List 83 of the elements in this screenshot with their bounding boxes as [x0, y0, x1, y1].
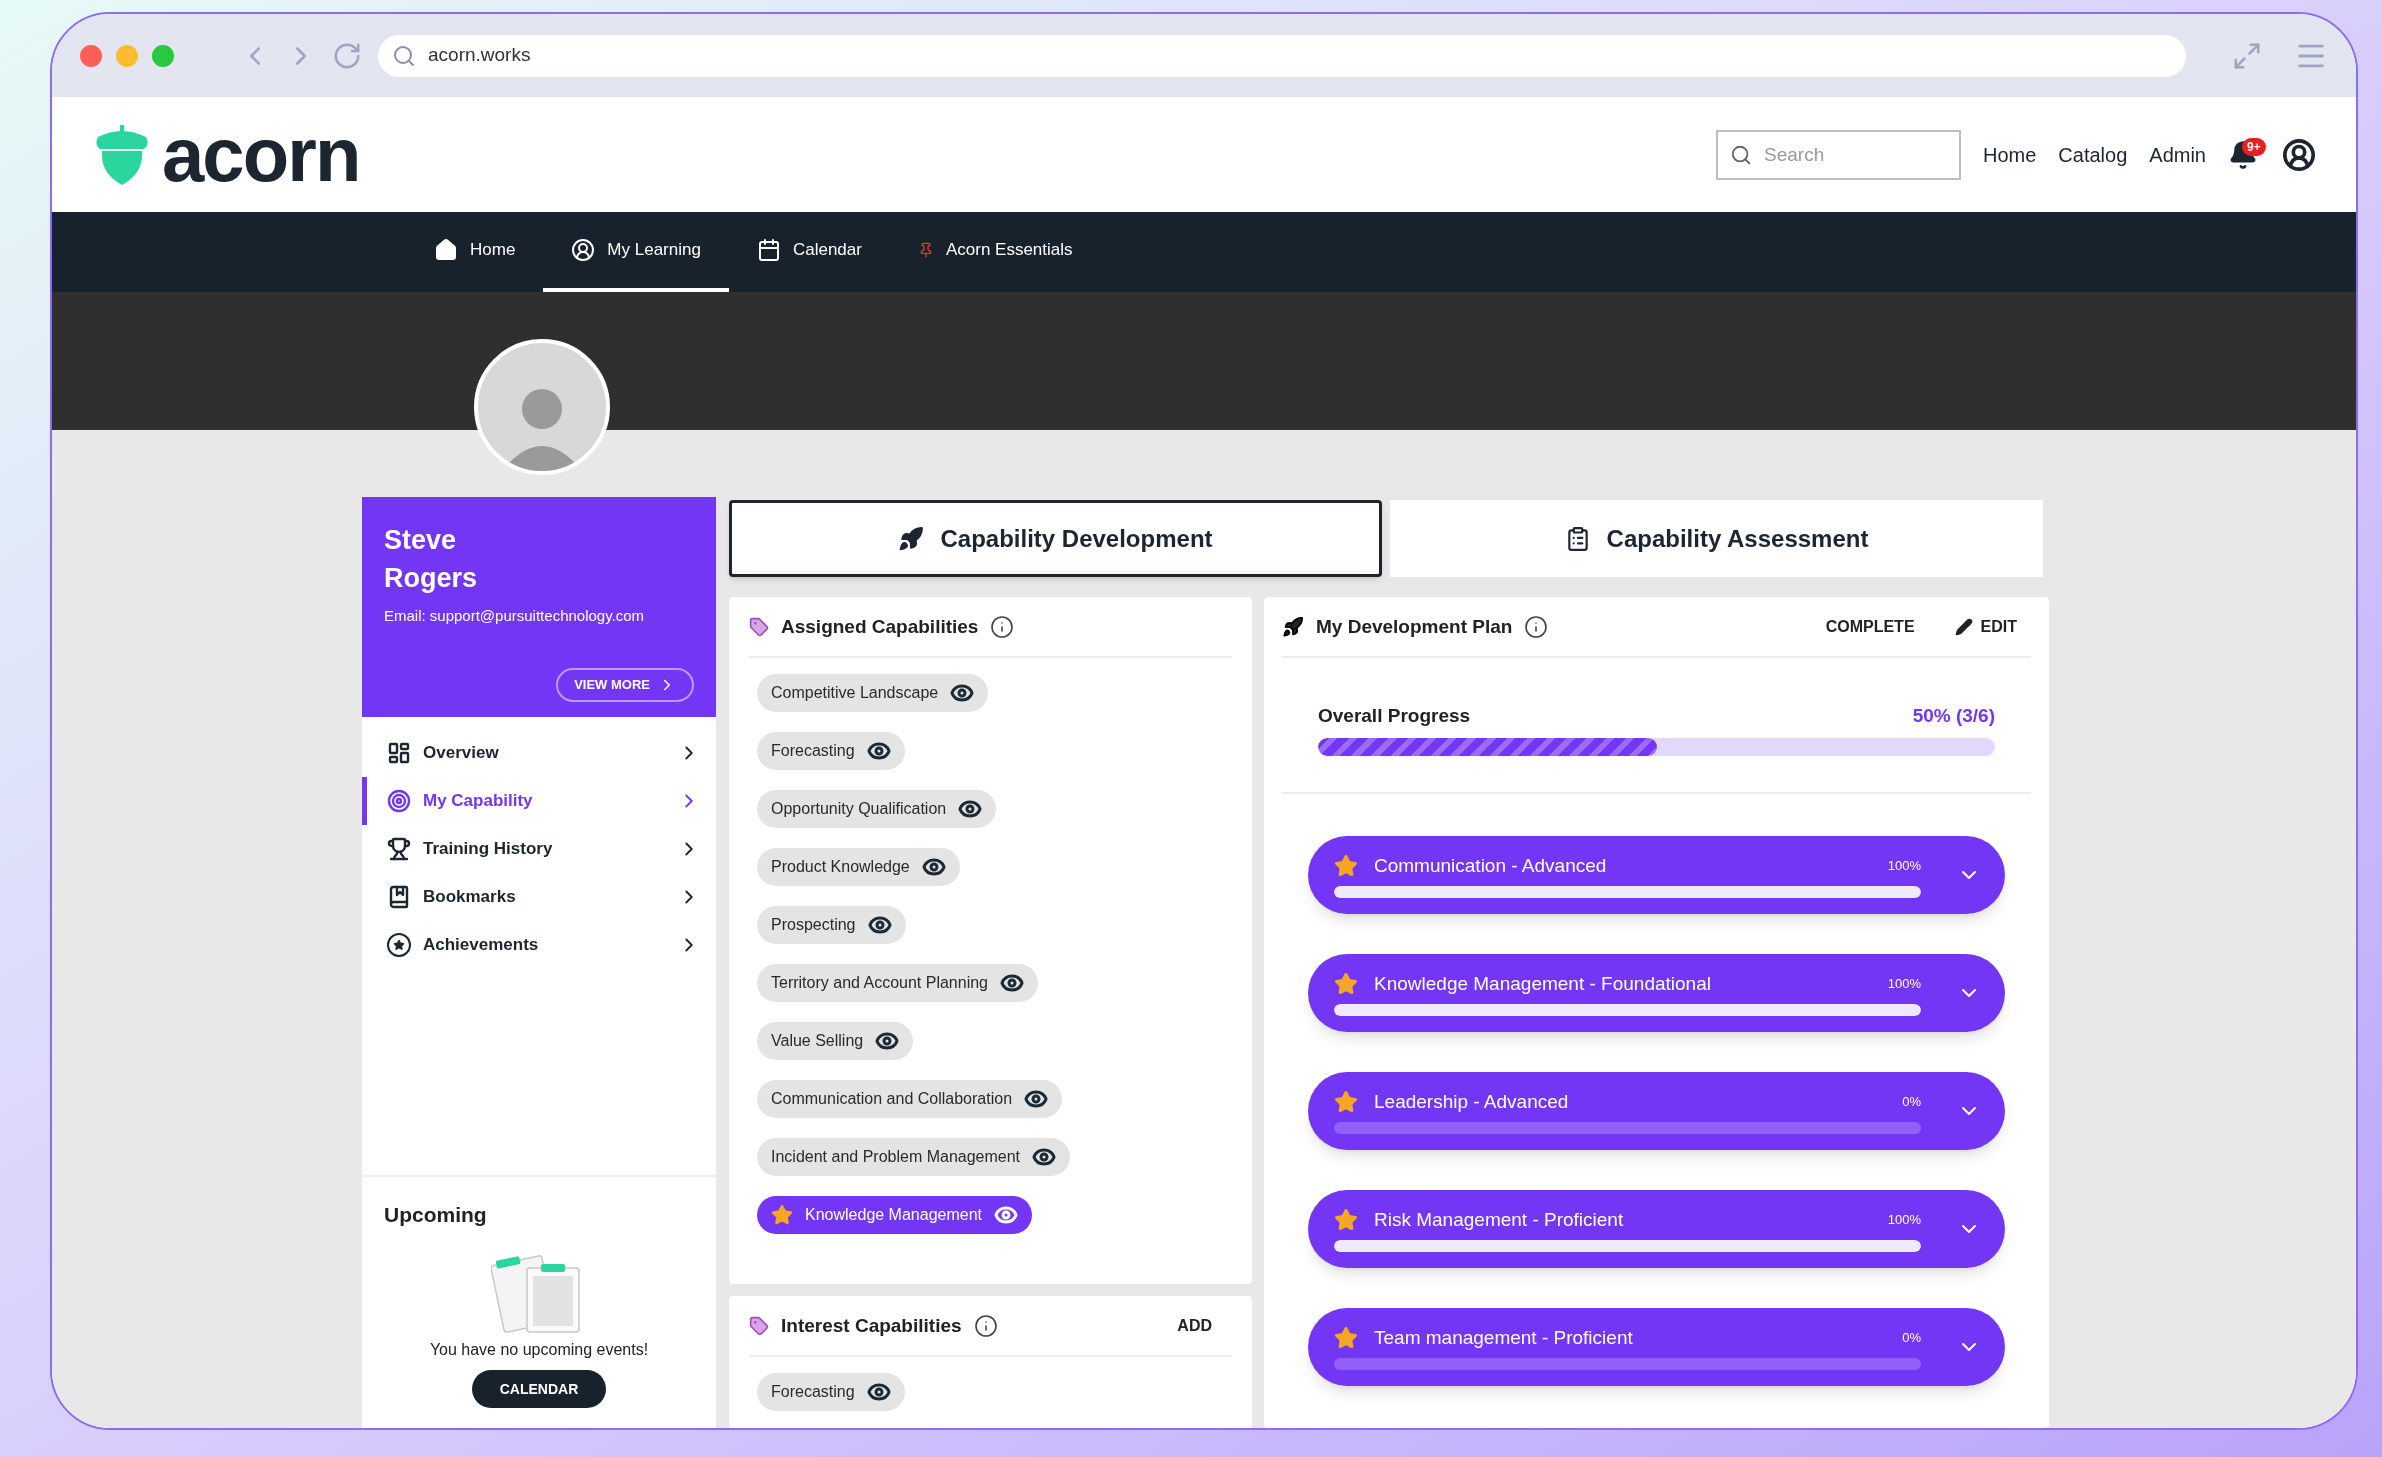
- capability-chip[interactable]: Value Selling: [757, 1021, 914, 1060]
- tab[interactable]: Capability Development: [729, 500, 1382, 577]
- capability-chip[interactable]: Communication and Collaboration: [757, 1079, 1063, 1118]
- star-icon: [1334, 1090, 1358, 1114]
- info-icon[interactable]: [973, 1314, 998, 1339]
- capability-chip[interactable]: Knowledge Management: [757, 1195, 1032, 1234]
- goal-reading: 100%: [1887, 1211, 1921, 1230]
- card-title: Interest Capabilities: [781, 1314, 962, 1338]
- sidebar-item[interactable]: My Capability: [362, 777, 716, 825]
- info-icon[interactable]: [990, 615, 1015, 640]
- info-icon[interactable]: [1524, 615, 1549, 640]
- capability-chip[interactable]: Incident and Problem Management: [757, 1137, 1071, 1176]
- card-title: My Development Plan: [1316, 615, 1513, 639]
- tag-icon: [749, 1316, 769, 1337]
- header-link[interactable]: Catalog: [2058, 139, 2128, 170]
- logo-text: acorn: [162, 116, 360, 193]
- calendar-icon: [756, 238, 781, 262]
- capability-chip[interactable]: Opportunity Qualification: [757, 789, 997, 828]
- star-icon: [1334, 1326, 1358, 1350]
- header-link[interactable]: Home: [1983, 139, 2037, 170]
- acorn-logo-icon: [94, 122, 150, 187]
- user-avatar-icon[interactable]: [2282, 137, 2316, 172]
- goal-title: Communication - Advanced: [1374, 853, 1608, 878]
- sidebar-item[interactable]: Achievements: [362, 921, 716, 969]
- goal-card[interactable]: Knowledge Management - Foundational 100%: [1308, 954, 2005, 1032]
- notification-badge: 9+: [2242, 137, 2266, 156]
- target-icon: [387, 789, 411, 813]
- sidebar-item[interactable]: Bookmarks: [362, 873, 716, 921]
- capability-chip[interactable]: Forecasting: [757, 1372, 905, 1411]
- goal-reading: 0%: [1902, 1093, 1921, 1112]
- goal-reading: 0%: [1902, 1329, 1921, 1348]
- tag-icon: [749, 617, 769, 638]
- edit-button[interactable]: EDIT: [1954, 615, 2017, 640]
- tab[interactable]: Capability Assessment: [1390, 500, 2043, 577]
- nav-tab[interactable]: Calendar: [728, 212, 890, 292]
- capability-chip[interactable]: Competitive Landscape: [757, 673, 989, 712]
- nav-tab[interactable]: Home: [406, 212, 544, 292]
- goal-card[interactable]: Communication - Advanced 100%: [1308, 836, 2005, 914]
- bookmarks-icon: [387, 885, 411, 909]
- goal-title: Knowledge Management - Foundational: [1374, 971, 1712, 996]
- rocket-icon: [1282, 616, 1304, 639]
- user-email: Email: support@pursuittechnology.com: [384, 606, 646, 626]
- section-title: Upcoming: [384, 1201, 487, 1228]
- header-link[interactable]: Admin: [2149, 139, 2206, 170]
- home-icon: [434, 238, 458, 262]
- goal-reading: 100%: [1887, 975, 1921, 994]
- pencil-icon: [1954, 618, 1973, 637]
- goal-title: Team management - Proficient: [1374, 1325, 1634, 1350]
- star-icon: [771, 1203, 793, 1226]
- sidebar-item[interactable]: Training History: [362, 825, 716, 873]
- goal-title: Risk Management - Proficient: [1374, 1207, 1625, 1232]
- capability-chip[interactable]: Territory and Account Planning: [757, 963, 1038, 1002]
- capability-chip[interactable]: Prospecting: [757, 905, 906, 944]
- card-title: Assigned Capabilities: [781, 615, 979, 639]
- search-icon: [392, 43, 416, 68]
- search-field[interactable]: Search: [1716, 129, 1961, 180]
- user-name: Rogers: [384, 562, 479, 595]
- rocket-icon: [898, 525, 925, 552]
- sidebar-item[interactable]: Overview: [362, 729, 716, 777]
- view-more-button[interactable]: VIEW MORE: [556, 667, 694, 702]
- trophy-icon: [387, 837, 411, 861]
- nav-tab[interactable]: Acorn Essentials: [889, 212, 1101, 292]
- calendar-button[interactable]: CALENDAR: [471, 1370, 607, 1408]
- add-button[interactable]: ADD: [1177, 1314, 1212, 1339]
- goal-card[interactable]: Leadership - Advanced 0%: [1308, 1072, 2005, 1150]
- user-circle-icon: [571, 238, 596, 262]
- address-bar[interactable]: acorn.works: [378, 34, 2186, 77]
- star-icon: [1334, 854, 1358, 878]
- progress-label: Overall Progress: [1318, 703, 1471, 728]
- dashboard-icon: [387, 741, 411, 765]
- goal-card[interactable]: Risk Management - Proficient 100%: [1308, 1190, 2005, 1268]
- goal-title: Leadership - Advanced: [1374, 1089, 1570, 1114]
- complete-button[interactable]: COMPLETE: [1825, 615, 1915, 640]
- star-icon: [1334, 1208, 1358, 1232]
- progress-reading: 50% (3/6): [1912, 703, 1995, 728]
- search-icon: [1730, 143, 1752, 166]
- empty-state-message: You have no upcoming events!: [429, 1340, 649, 1360]
- user-name: Steve: [384, 524, 458, 557]
- goal-card[interactable]: Team management - Proficient 0%: [1308, 1308, 2005, 1386]
- capability-chip[interactable]: Forecasting: [757, 731, 905, 770]
- star-icon: [1334, 972, 1358, 996]
- capability-chip[interactable]: Product Knowledge: [757, 847, 960, 886]
- goal-reading: 100%: [1887, 857, 1921, 876]
